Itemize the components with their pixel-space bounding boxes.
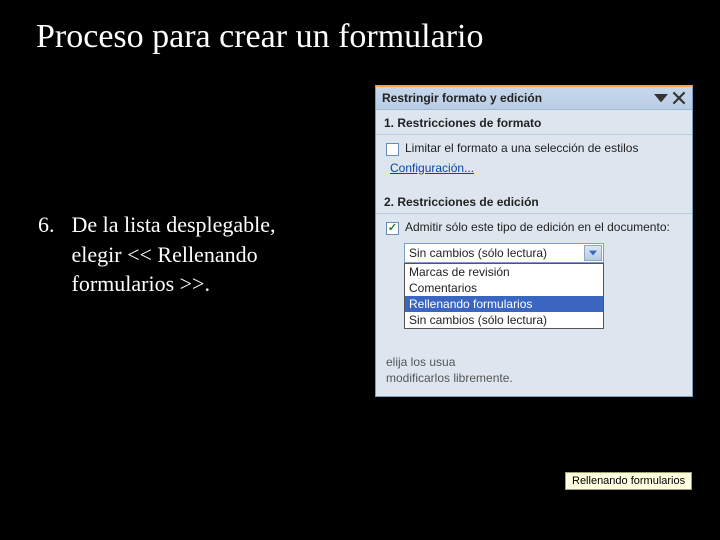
allow-editing-checkbox[interactable]	[386, 222, 399, 235]
section-1-header: 1. Restricciones de formato	[376, 110, 692, 135]
dropdown-option-selected[interactable]: Rellenando formularios	[405, 296, 603, 312]
dropdown-option[interactable]: Marcas de revisión	[405, 264, 603, 280]
allow-editing-label: Admitir sólo este tipo de edición en el …	[405, 220, 670, 236]
dropdown-option[interactable]: Sin cambios (sólo lectura)	[405, 312, 603, 328]
dropdown-list: Marcas de revisión Comentarios Rellenand…	[404, 263, 604, 329]
section-1-body: Limitar el formato a una selección de es…	[376, 135, 692, 189]
limit-format-checkbox[interactable]	[386, 143, 399, 156]
limit-format-label: Limitar el formato a una selección de es…	[405, 141, 638, 157]
dropdown-selected[interactable]: Sin cambios (sólo lectura)	[404, 243, 604, 263]
slide-title: Proceso para crear un formulario	[0, 0, 720, 68]
step-number: 6.	[38, 210, 66, 240]
editing-type-dropdown[interactable]: Sin cambios (sólo lectura) Marcas de rev…	[404, 243, 604, 263]
restrict-editing-panel: Restringir formato y edición 1. Restricc…	[375, 85, 693, 397]
panel-title: Restringir formato y edición	[382, 91, 650, 105]
dropdown-selected-text: Sin cambios (sólo lectura)	[409, 246, 547, 260]
close-icon[interactable]	[672, 91, 686, 105]
section-2-header: 2. Restricciones de edición	[376, 189, 692, 214]
panel-menu-icon[interactable]	[654, 91, 668, 105]
obscured-text: elija los usua modificarlos libremente.	[376, 351, 692, 396]
panel-header: Restringir formato y edición	[376, 87, 692, 110]
dropdown-option[interactable]: Comentarios	[405, 280, 603, 296]
chevron-down-icon[interactable]	[584, 245, 602, 261]
step-text: De la lista desplegable, elegir << Relle…	[72, 210, 322, 299]
configuration-link[interactable]: Configuración...	[386, 157, 474, 181]
section-2-body: Admitir sólo este tipo de edición en el …	[376, 214, 692, 274]
tooltip: Rellenando formularios	[565, 472, 692, 490]
instruction-step: 6. De la lista desplegable, elegir << Re…	[38, 210, 328, 299]
